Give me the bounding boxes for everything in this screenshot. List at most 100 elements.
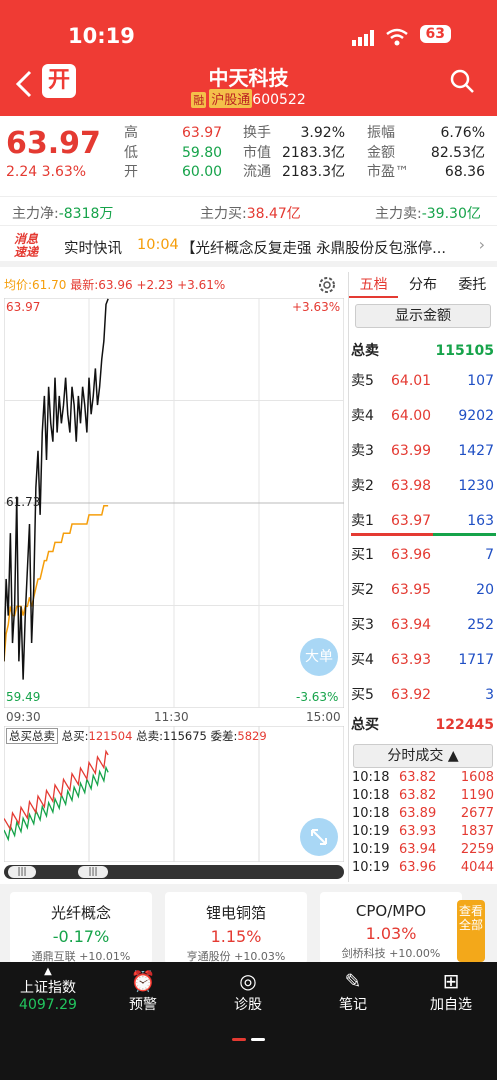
total-buy-value: 122445 (435, 717, 494, 733)
big-order-button[interactable]: 大单 (300, 638, 338, 676)
trade-price: 63.82 (399, 770, 437, 785)
sector-card[interactable]: 锂电铜箔 1.15% 亨通股份 +10.03% (165, 892, 307, 964)
tab-distribution[interactable]: 分布 (398, 272, 447, 298)
sector-card[interactable]: CPO/MPO 1.03% 剑桥科技 +10.00% (320, 892, 462, 964)
news-logo: 消息 速递 (14, 233, 50, 261)
latest-pct: +3.61% (177, 278, 226, 292)
main-sell: 主力卖:-39.30亿 (375, 203, 481, 223)
main-net: 主力净:-8318万 (12, 203, 113, 223)
ask-volume: 1230 (458, 478, 494, 494)
quote-col-1: 高 低 开 (124, 124, 138, 183)
search-icon[interactable] (449, 68, 475, 94)
bid-row[interactable]: 买1 63.96 7 (349, 538, 497, 572)
avg-label: 均价: (4, 278, 33, 292)
nav-add-watchlist[interactable]: ⊞ 加自选 (406, 968, 496, 1014)
intraday-chart-area[interactable]: 均价:61.70 最新:63.96 +2.23 +3.61% 63.97 +3.… (0, 272, 348, 882)
price-chart[interactable] (4, 298, 344, 708)
news-ticker[interactable]: 消息 速递 实时快讯 10:04 【光纤概念反复走强 永鼎股份反包涨停... › (0, 227, 497, 267)
news-headline: 【光纤概念反复走强 永鼎股份反包涨停... (181, 241, 446, 257)
gear-icon[interactable] (317, 275, 337, 295)
news-logo-line2: 速递 (14, 245, 39, 259)
nav-label: 预警 (129, 997, 157, 1013)
tab-five-levels[interactable]: 五档 (349, 272, 399, 298)
stock-code: 600522 (252, 92, 306, 108)
sub-diff-value: 5829 (237, 729, 267, 743)
signal-icon (352, 30, 374, 46)
bid-price: 63.94 (391, 617, 432, 633)
expand-icon[interactable] (300, 818, 338, 856)
trade-row: 10:19 63.94 2259 (349, 842, 497, 860)
nav-diagnose[interactable]: ◎ 诊股 (203, 968, 293, 1014)
scroll-track[interactable]: ||| ||| (4, 865, 344, 879)
bid-price: 63.93 (391, 652, 432, 668)
scroll-handle-right[interactable]: ||| (78, 866, 108, 878)
view-all-tab[interactable]: 查看全部 (457, 900, 485, 962)
quote-col-1-values: 63.97 59.80 60.00 (182, 124, 223, 183)
sector-card[interactable]: 光纤概念 -0.17% 通鼎互联 +10.01% (10, 892, 152, 964)
bid-row[interactable]: 买2 63.95 20 (349, 573, 497, 607)
news-label: 实时快讯 (64, 241, 122, 257)
ask-row[interactable]: 卖3 63.99 1427 (349, 434, 497, 468)
quote-col-3: 振幅 金额 市盈™ (367, 124, 409, 183)
bid-row[interactable]: 买4 63.93 1717 (349, 643, 497, 677)
bid-volume: 7 (485, 547, 494, 563)
nav-alert[interactable]: ⏰ 预警 (98, 968, 188, 1014)
bid-row[interactable]: 买5 63.92 3 (349, 678, 497, 712)
ask-volume: 1427 (458, 443, 494, 459)
target-icon: ◎ (239, 969, 257, 993)
fund-flow-bar[interactable]: 主力净:-8318万 主力买:38.47亿 主力卖:-39.30亿 (0, 196, 497, 226)
turnover-label: 换手 (243, 125, 271, 141)
quote-col-2: 换手 市值 流通 (243, 124, 271, 183)
main-buy-label: 主力买: (200, 206, 247, 222)
news-time: 10:04 (137, 237, 179, 253)
sub-chart-selector[interactable]: 总买总卖 (6, 728, 58, 744)
sector-leader: 剑桥科技 +10.00% (341, 947, 441, 960)
nav-notes[interactable]: ✎ 笔记 (308, 968, 398, 1014)
quote-col-3-values: 6.76% 82.53亿 68.36 (420, 124, 485, 183)
low-value: 59.80 (182, 144, 223, 161)
amount-value: 82.53亿 (430, 144, 485, 161)
total-buy-label: 总买 (351, 717, 379, 733)
quote-panel: 63.97 2.24 3.63% 高 低 开 63.97 59.80 60.00… (0, 118, 497, 196)
index-value: 4097.29 (19, 997, 77, 1013)
trade-price: 63.96 (399, 860, 437, 875)
order-book-tabs: 五档 分布 委托 (349, 272, 497, 298)
scroll-handle-left[interactable]: ||| (8, 866, 36, 878)
index-ticker[interactable]: ▲ 上证指数 4097.29 (8, 966, 88, 1013)
total-buy-row: 总买 122445 (349, 708, 497, 742)
bid-volume: 3 (485, 687, 494, 703)
battery-icon: 63 (419, 25, 451, 43)
ask-row[interactable]: 卖4 64.00 9202 (349, 399, 497, 433)
latest-label: 最新: (70, 278, 99, 292)
trade-volume: 2677 (460, 806, 494, 821)
total-sell-row: 总卖 115105 (349, 334, 497, 368)
trade-time: 10:18 (352, 770, 390, 785)
order-volume-chart[interactable] (4, 726, 344, 862)
avg-value: 61.70 (32, 278, 67, 292)
bid-row[interactable]: 买3 63.94 252 (349, 608, 497, 642)
float-value: 2183.3亿 (282, 164, 345, 180)
main-buy: 主力买:38.47亿 (200, 203, 301, 223)
show-amount-button[interactable]: 显示金额 (355, 304, 491, 328)
ask-row[interactable]: 卖5 64.01 107 (349, 364, 497, 398)
stock-subtitle: 融沪股通 600522 (0, 89, 497, 108)
change-value: 2.24 (6, 164, 38, 180)
time-start: 09:30 (6, 710, 41, 724)
ask-price: 64.01 (391, 373, 432, 389)
nav-label: 加自选 (430, 997, 472, 1013)
trade-price: 63.82 (399, 788, 437, 803)
low-label: 低 (124, 144, 138, 161)
ask-price: 64.00 (391, 408, 432, 424)
tab-orders[interactable]: 委托 (448, 272, 497, 298)
pe-value: 68.36 (444, 164, 485, 180)
mktcap-label: 市值 (243, 144, 271, 161)
ask-row[interactable]: 卖2 63.98 1230 (349, 469, 497, 503)
time-end: 15:00 (306, 710, 341, 724)
trade-time: 10:18 (352, 788, 390, 803)
main-net-value: -8318万 (58, 206, 114, 222)
trade-ticks-toggle[interactable]: 分时成交 ▲ (353, 744, 493, 768)
nav-label: 诊股 (234, 997, 262, 1013)
alarm-clock-icon: ⏰ (130, 969, 156, 993)
mktcap-value: 2183.3亿 (282, 144, 345, 161)
trade-row: 10:19 63.96 4044 (349, 860, 497, 878)
